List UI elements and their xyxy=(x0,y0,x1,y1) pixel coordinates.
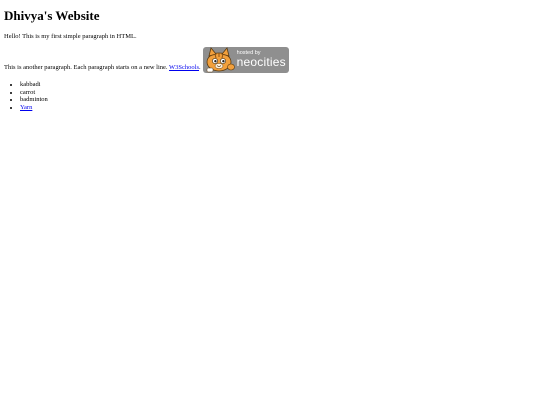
intro-paragraph: Hello! This is my first simple paragraph… xyxy=(4,33,137,40)
page-title: Dhivya's Website xyxy=(4,8,100,23)
list-item-link-wrap: Yarn xyxy=(20,104,48,112)
second-paragraph-text-wrap: This is another paragraph. Each paragrap… xyxy=(4,63,201,72)
neocities-badge[interactable]: hosted by neocities xyxy=(202,47,289,73)
list-item: carrot xyxy=(20,89,48,97)
page: Dhivya's Website Hello! This is my first… xyxy=(0,0,540,405)
second-paragraph-period: . xyxy=(199,64,201,71)
hobby-list: kabbadi carrot badminton Yarn xyxy=(4,81,48,111)
w3schools-link[interactable]: W3Schools xyxy=(169,64,199,71)
badge-brand-text: neocities xyxy=(236,55,286,69)
second-paragraph-text: This is another paragraph. Each paragrap… xyxy=(4,64,168,71)
list-item: kabbadi xyxy=(20,81,48,89)
second-paragraph: This is another paragraph. Each paragrap… xyxy=(4,47,289,73)
yarn-link[interactable]: Yarn xyxy=(20,104,32,111)
list-item: badminton xyxy=(20,96,48,104)
neocities-cat-icon xyxy=(206,47,235,73)
